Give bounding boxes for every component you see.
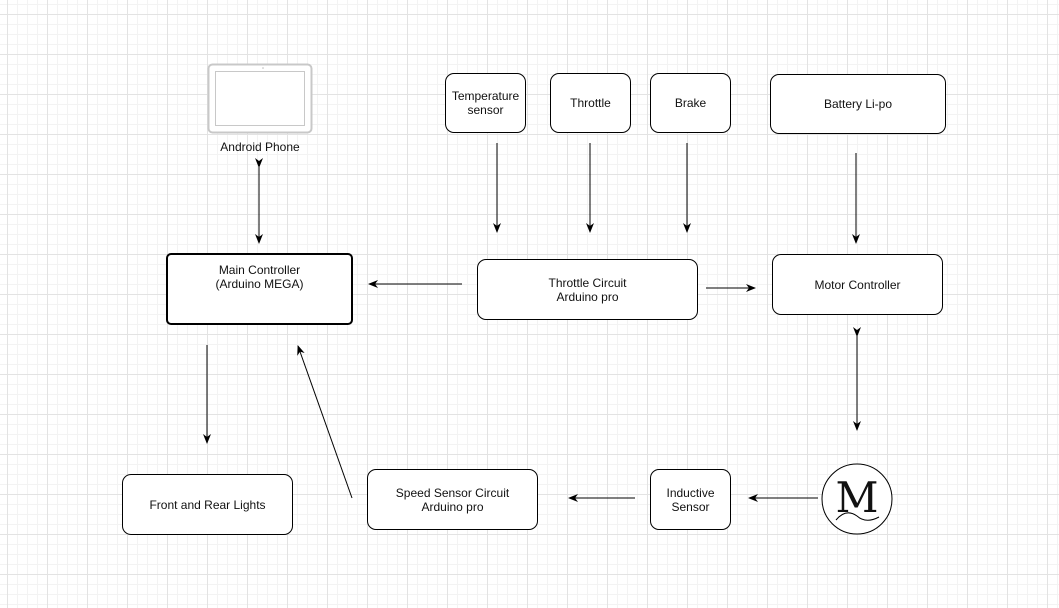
arrow-speed-main [297, 345, 353, 499]
inductive-sensor-node[interactable]: Inductive Sensor [650, 469, 731, 530]
main-controller-node[interactable]: Main Controller (Arduino MEGA) [166, 253, 353, 325]
temperature-sensor-node[interactable]: Temperature sensor [445, 73, 526, 133]
lights-node[interactable]: Front and Rear Lights [122, 474, 293, 535]
battery-node[interactable]: Battery Li-po [770, 74, 946, 134]
tablet-icon [207, 63, 313, 134]
brake-node[interactable]: Brake [650, 73, 731, 133]
throttle-circuit-node[interactable]: Throttle Circuit Arduino pro [477, 259, 698, 320]
motor-label: M [835, 473, 879, 522]
android-phone-label: Android Phone [220, 140, 300, 154]
motor-controller-node[interactable]: Motor Controller [772, 254, 943, 315]
throttle-node[interactable]: Throttle [550, 73, 631, 133]
speed-sensor-node[interactable]: Speed Sensor Circuit Arduino pro [367, 469, 538, 530]
